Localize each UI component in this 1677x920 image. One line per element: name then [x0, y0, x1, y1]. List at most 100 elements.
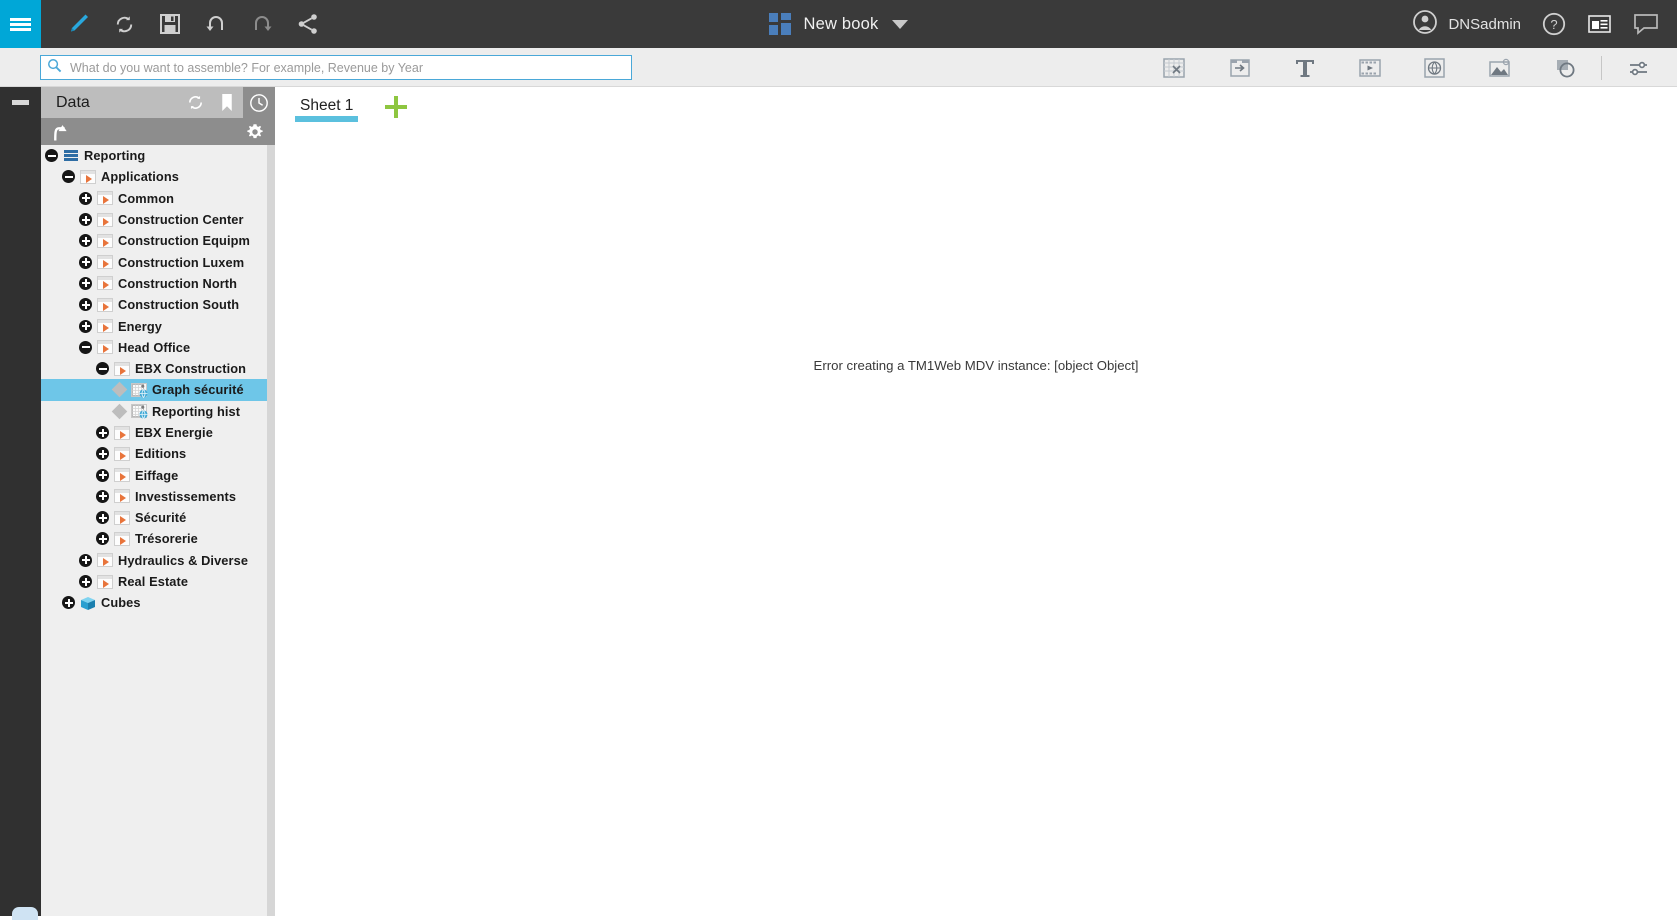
tree-node[interactable]: Investissements — [41, 486, 267, 507]
tree-node-label: Graph sécurité — [152, 382, 244, 398]
tree-node[interactable]: Construction South — [41, 294, 267, 315]
tree-node[interactable]: Applications — [41, 166, 267, 187]
tree-node-label: Reporting hist — [152, 403, 241, 419]
main-canvas: Sheet 1 Error creating a TM1Web MDV inst… — [275, 87, 1677, 916]
gear-icon[interactable] — [241, 118, 269, 145]
tree-node[interactable]: EBX Energie — [41, 422, 267, 443]
refresh-icon[interactable] — [101, 0, 147, 48]
book-grid-icon — [768, 13, 791, 35]
error-message: Error creating a TM1Web MDV instance: [o… — [813, 358, 1139, 373]
tree-node[interactable]: Real Estate — [41, 571, 267, 592]
web-page-icon[interactable] — [1402, 48, 1467, 87]
expand-plus-icon[interactable] — [96, 468, 109, 482]
tree-node-label: Applications — [101, 169, 179, 185]
user-name: DNSadmin — [1448, 15, 1521, 33]
tree-node[interactable]: Head Office — [41, 337, 267, 358]
collapse-panel-icon[interactable] — [0, 87, 41, 118]
settings-sliders-icon[interactable] — [1606, 48, 1671, 87]
sheet-tab-sheet-1[interactable]: Sheet 1 — [286, 87, 367, 122]
expand-plus-icon[interactable] — [79, 553, 92, 567]
expand-plus-icon[interactable] — [79, 319, 92, 333]
hamburger-bar — [10, 22, 31, 26]
edit-pencil-icon[interactable] — [55, 0, 101, 48]
tree-node[interactable]: Reporting hist — [41, 401, 267, 422]
tree-node[interactable]: Trésorerie — [41, 528, 267, 549]
expand-plus-icon[interactable] — [79, 213, 92, 227]
tree-node[interactable]: Construction Equipm — [41, 230, 267, 251]
collapse-minus-icon[interactable] — [45, 149, 58, 163]
application-folder-icon — [80, 169, 96, 184]
expand-plus-icon[interactable] — [62, 596, 75, 610]
text-widget-icon[interactable] — [1272, 48, 1337, 87]
redo-icon[interactable] — [239, 0, 285, 48]
toolbar-divider — [1601, 55, 1602, 80]
tree-node[interactable]: Construction Luxem — [41, 251, 267, 272]
data-tree[interactable]: Reporting Applications Common Construction … — [41, 145, 275, 916]
user-menu[interactable]: DNSadmin — [1412, 9, 1521, 40]
expand-plus-icon[interactable] — [79, 234, 92, 248]
application-folder-icon — [97, 297, 113, 312]
tree-node[interactable]: Hydraulics & Diverse — [41, 550, 267, 571]
expand-plus-icon[interactable] — [79, 255, 92, 269]
expand-plus-icon[interactable] — [79, 298, 92, 312]
recent-clock-icon[interactable] — [243, 87, 275, 118]
tree-node-label: Energy — [118, 318, 162, 334]
expand-plus-icon[interactable] — [96, 426, 109, 439]
tree-node-label: EBX Construction — [135, 361, 247, 377]
search-box[interactable] — [40, 55, 632, 80]
tree-node[interactable]: Cubes — [41, 592, 267, 613]
expand-plus-icon[interactable] — [79, 276, 92, 290]
tree-node[interactable]: Construction Center — [41, 209, 267, 230]
expand-plus-icon[interactable] — [79, 191, 92, 205]
application-folder-icon — [97, 574, 113, 589]
bookmark-icon[interactable] — [211, 87, 243, 118]
data-tree-scrollbar[interactable] — [267, 145, 275, 916]
data-panel-title: Data — [56, 93, 90, 111]
tree-node[interactable]: Editions — [41, 443, 267, 464]
tree-node[interactable]: Energy — [41, 315, 267, 336]
sheet-tab-label: Sheet 1 — [300, 97, 354, 114]
shape-widget-icon[interactable] — [1532, 48, 1597, 87]
book-title-dropdown[interactable]: New book — [768, 13, 909, 35]
search-input[interactable] — [68, 59, 631, 76]
expand-plus-icon[interactable] — [96, 447, 109, 461]
collapse-minus-icon[interactable] — [79, 340, 92, 354]
cube-icon — [80, 596, 96, 610]
tree-node[interactable]: Eiffage — [41, 464, 267, 485]
chat-bubble-icon[interactable] — [1623, 0, 1669, 48]
save-icon[interactable] — [147, 0, 193, 48]
tree-node[interactable]: Graph sécurité — [41, 379, 267, 401]
book-title: New book — [803, 14, 879, 33]
expand-plus-icon[interactable] — [79, 575, 92, 589]
tree-node[interactable]: Construction North — [41, 273, 267, 294]
go-up-icon[interactable] — [41, 118, 75, 145]
hamburger-icon[interactable] — [0, 0, 41, 48]
share-icon[interactable] — [285, 0, 331, 48]
image-widget-icon[interactable] — [1467, 48, 1532, 87]
import-folder-icon[interactable] — [1207, 48, 1272, 87]
expand-plus-icon[interactable] — [96, 511, 109, 525]
media-widget-icon[interactable] — [1337, 48, 1402, 87]
undo-icon[interactable] — [193, 0, 239, 48]
rail-bottom-handle[interactable] — [12, 907, 38, 920]
expand-plus-icon[interactable] — [96, 489, 109, 503]
collapse-dash — [12, 100, 29, 105]
chevron-down-icon[interactable] — [892, 19, 909, 29]
expand-plus-icon[interactable] — [96, 532, 109, 546]
tree-node-label: Eiffage — [135, 467, 179, 483]
exploration-grid-icon[interactable] — [1142, 48, 1207, 87]
tree-node[interactable]: Sécurité — [41, 507, 267, 528]
sheet-tab-active-underline — [295, 116, 359, 122]
data-tree-body: Reporting Applications Common Construction … — [41, 145, 267, 614]
refresh-icon[interactable] — [179, 87, 211, 118]
tree-node[interactable]: Reporting — [41, 145, 267, 166]
add-sheet-plus-icon[interactable] — [383, 94, 409, 120]
tree-node[interactable]: Common — [41, 188, 267, 209]
tree-node-label: EBX Energie — [135, 425, 213, 440]
collapse-minus-icon[interactable] — [62, 170, 75, 184]
presentation-icon[interactable] — [1577, 0, 1623, 48]
help-question-icon[interactable]: ? — [1531, 0, 1577, 48]
application-folder-icon — [114, 489, 130, 504]
collapse-minus-icon[interactable] — [96, 362, 109, 376]
tree-node[interactable]: EBX Construction — [41, 358, 267, 379]
